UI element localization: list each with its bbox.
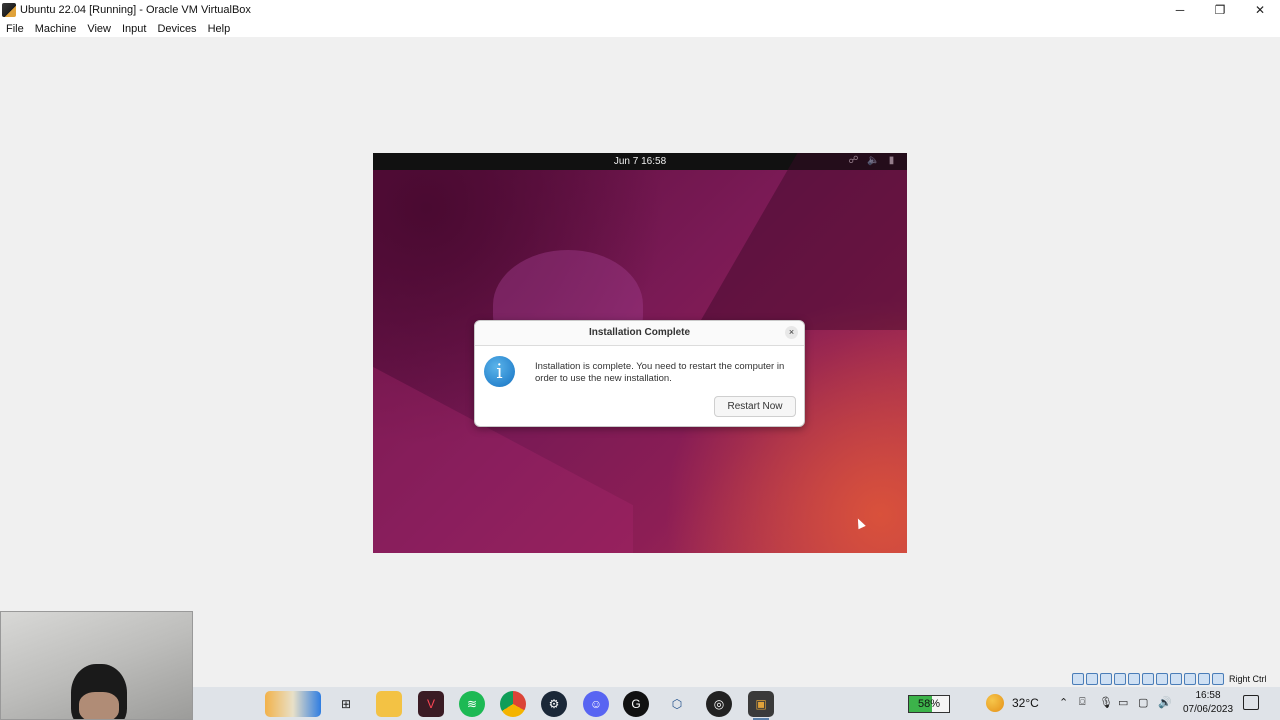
virtualbox-app-icon	[2, 3, 16, 17]
clock-date: 07/06/2023	[1182, 704, 1234, 715]
volume-icon[interactable]: 🔊	[1158, 696, 1172, 709]
close-button[interactable]: ✕	[1240, 0, 1280, 20]
steam-icon[interactable]: ⚙	[541, 691, 567, 717]
camera-icon[interactable]: ⌼	[1079, 696, 1086, 709]
window-titlebar: Ubuntu 22.04 [Running] - Oracle VM Virtu…	[0, 0, 1280, 20]
task-view-icon[interactable]: ⊞	[333, 691, 359, 717]
discord-icon[interactable]: ☺	[583, 691, 609, 717]
info-icon: i	[484, 356, 515, 387]
notifications-icon[interactable]	[1243, 695, 1259, 710]
windows-taskbar: ⊞ V ≋ ⚙ ☺ G ⬡ ◎ ▣ 58% 32°C ⌃ ⌼ 🎙 ▭ ▢ 🔊 1…	[193, 687, 1280, 720]
dialog-close-button[interactable]: ×	[785, 326, 798, 339]
menubar: File Machine View Input Devices Help	[0, 20, 1280, 37]
dialog-message: Installation is complete. You need to re…	[535, 361, 785, 384]
valorant-icon[interactable]: V	[418, 691, 444, 717]
chevron-up-icon[interactable]: ⌃	[1059, 696, 1068, 709]
weather-icon[interactable]	[986, 694, 1004, 712]
power-icon[interactable]: ▭	[1118, 696, 1128, 709]
system-clock[interactable]: 16:58 07/06/2023	[1173, 689, 1243, 717]
wallpaper-shape	[695, 153, 907, 330]
obs-icon[interactable]: ◎	[706, 691, 732, 717]
file-explorer-icon[interactable]	[376, 691, 402, 717]
network-icon[interactable]: ▢	[1138, 696, 1148, 709]
menu-devices[interactable]: Devices	[151, 23, 201, 35]
window-controls: ─ ❐ ✕	[1160, 0, 1280, 20]
microphone-icon[interactable]: 🎙	[1099, 696, 1113, 709]
vbox-status-bar: Right Ctrl	[1072, 671, 1280, 687]
host-key-label: Right Ctrl	[1229, 674, 1267, 684]
temperature-label[interactable]: 32°C	[1012, 696, 1039, 710]
vm-display[interactable]: Jun 7 16:58 ☍ 🔈 ▮ Installation Complete …	[373, 153, 907, 553]
spotify-icon[interactable]: ≋	[459, 691, 485, 717]
menu-input[interactable]: Input	[116, 23, 151, 35]
virtualbox-icon[interactable]: ⬡	[664, 691, 690, 717]
usb-icon[interactable]	[1128, 673, 1140, 685]
keyboard-icon[interactable]	[1212, 673, 1224, 685]
menu-help[interactable]: Help	[202, 23, 236, 35]
ubuntu-wallpaper: Installation Complete × i Installation i…	[373, 153, 907, 553]
recording-icon[interactable]	[1170, 673, 1182, 685]
network-adapter-icon[interactable]	[1114, 673, 1126, 685]
whiteboard-app-icon[interactable]	[265, 691, 321, 717]
cpu-icon[interactable]	[1184, 673, 1196, 685]
minimize-button[interactable]: ─	[1160, 0, 1200, 20]
restore-button[interactable]: ❐	[1200, 0, 1240, 20]
window-title: Ubuntu 22.04 [Running] - Oracle VM Virtu…	[20, 4, 251, 16]
dialog-title: Installation Complete	[588, 327, 691, 338]
mouse-integration-icon[interactable]	[1198, 673, 1210, 685]
hard-disk-icon[interactable]	[1072, 673, 1084, 685]
menu-view[interactable]: View	[81, 23, 116, 35]
menu-machine[interactable]: Machine	[29, 23, 82, 35]
vm-app-icon[interactable]: ▣	[748, 691, 774, 717]
battery-indicator[interactable]: 58%	[908, 695, 950, 713]
clock-time: 16:58	[1195, 690, 1221, 701]
shared-folders-icon[interactable]	[1142, 673, 1154, 685]
menu-file[interactable]: File	[0, 23, 29, 35]
logitech-ghub-icon[interactable]: G	[623, 691, 649, 717]
audio-icon[interactable]	[1100, 673, 1112, 685]
webcam-overlay	[0, 611, 193, 720]
display-icon[interactable]	[1156, 673, 1168, 685]
webcam-face	[79, 692, 119, 719]
restart-now-button[interactable]: Restart Now	[714, 396, 796, 417]
mouse-cursor-icon	[854, 516, 866, 530]
dialog-header: Installation Complete ×	[475, 321, 804, 346]
installation-complete-dialog: Installation Complete × i Installation i…	[474, 320, 805, 427]
chrome-icon[interactable]	[500, 691, 526, 717]
optical-drive-icon[interactable]	[1086, 673, 1098, 685]
